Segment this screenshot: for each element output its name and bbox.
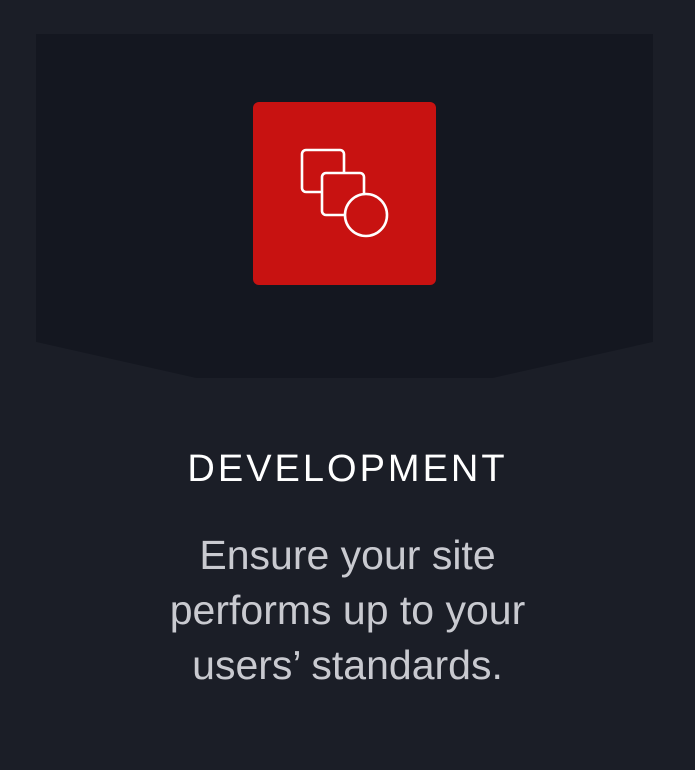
card-title: DEVELOPMENT: [187, 448, 508, 490]
overlapping-shapes-icon: [300, 148, 389, 238]
service-card: DEVELOPMENT Ensure your site performs up…: [0, 0, 695, 770]
card-description: Ensure your site performs up to your use…: [169, 532, 526, 688]
icon-tile: [253, 102, 436, 285]
